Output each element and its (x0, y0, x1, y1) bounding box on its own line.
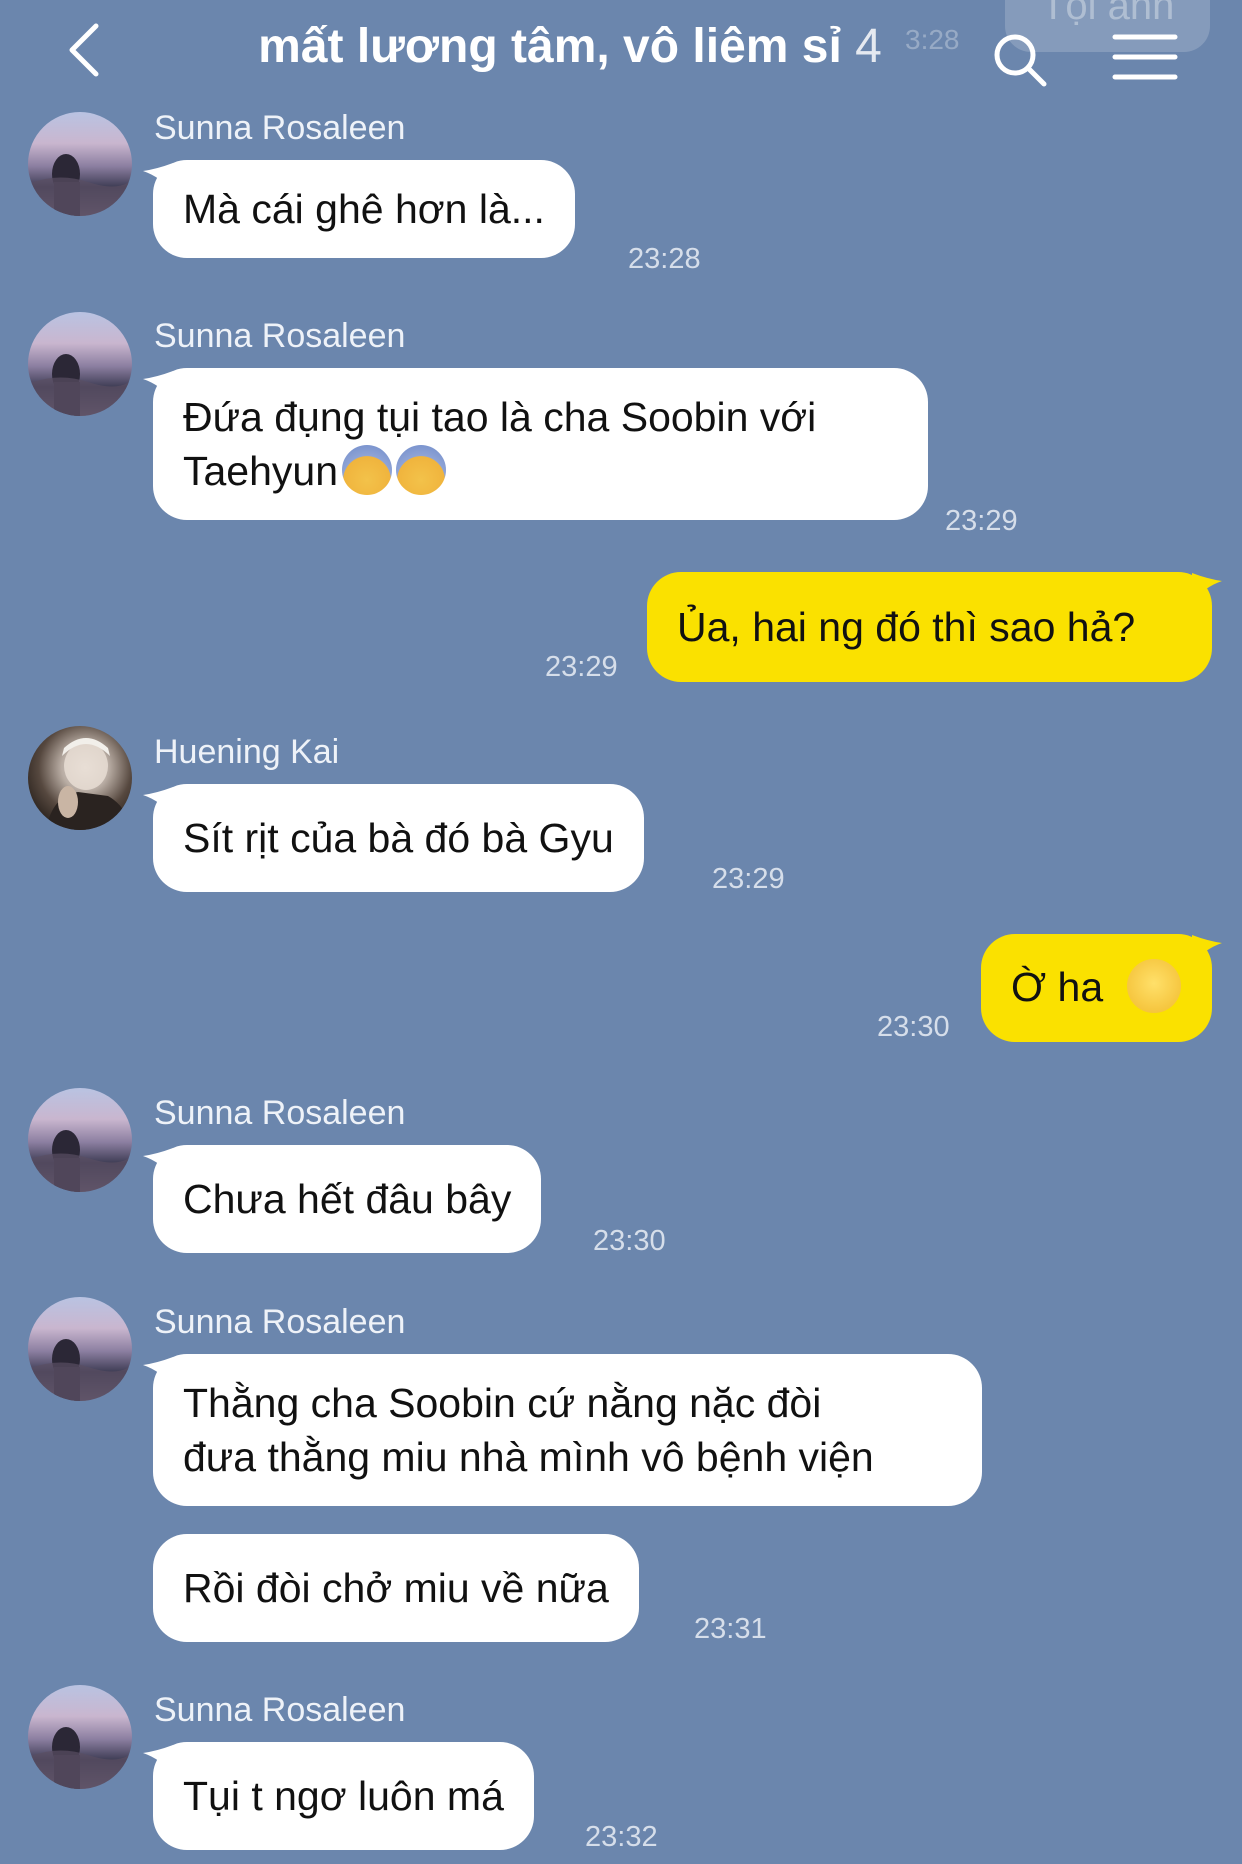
avatar-sunna-rosaleen[interactable] (28, 312, 132, 416)
anxious-face-emoji-icon (396, 445, 447, 495)
message-bubble[interactable]: Thằng cha Soobin cứ nằng nặc đòi đưa thằ… (153, 1354, 982, 1506)
message-time: 23:31 (694, 1613, 767, 1645)
bubble-tail (1192, 935, 1222, 965)
member-count: 4 (855, 20, 882, 73)
message-time: 23:30 (593, 1225, 666, 1257)
bubble-tail (1192, 573, 1222, 603)
sender-name: Sunna Rosaleen (154, 1303, 406, 1341)
chevron-left-icon (69, 23, 99, 77)
chat-header: Tội anh 3:28 mất lương tâm, vô liêm sỉ 4 (0, 0, 1242, 100)
back-button[interactable] (62, 18, 112, 82)
message-time: 23:29 (712, 863, 785, 895)
search-button[interactable] (990, 30, 1050, 90)
avatar-sunna-rosaleen[interactable] (28, 1685, 132, 1789)
message-bubble[interactable]: Tụi t ngơ luôn má (153, 1742, 534, 1850)
avatar-sunna-rosaleen[interactable] (28, 1088, 132, 1192)
avatar-huening-kai[interactable] (28, 726, 132, 830)
avatar-photo (28, 1727, 132, 1789)
message-bubble[interactable]: Mà cái ghê hơn là... (153, 160, 575, 258)
chat-title[interactable]: mất lương tâm, vô liêm sỉ 4 (200, 14, 940, 80)
message-bubble-outgoing[interactable]: Ờ ha (981, 934, 1212, 1042)
message-time: 23:29 (545, 651, 618, 683)
message-time: 23:30 (877, 1011, 950, 1043)
avatar-photo (28, 1339, 132, 1401)
message-bubble[interactable]: Sít rịt của bà đó bà Gyu (153, 784, 644, 892)
message-bubble[interactable]: Đứa đụng tụi tao là cha Soobin với Taehy… (153, 368, 928, 520)
avatar-sunna-rosaleen[interactable] (28, 1297, 132, 1401)
message-text: Taehyun (183, 448, 339, 494)
sender-name: Sunna Rosaleen (154, 109, 406, 147)
avatar-photo (46, 738, 132, 830)
message-line: Taehyun (183, 444, 898, 498)
message-bubble[interactable]: Rồi đòi chở miu về nữa (153, 1534, 639, 1642)
menu-button[interactable] (1112, 32, 1178, 82)
sender-name: Sunna Rosaleen (154, 317, 406, 355)
message-bubble[interactable]: Chưa hết đâu bây (153, 1145, 542, 1253)
message-line: Đứa đụng tụi tao là cha Soobin với (183, 394, 817, 440)
avatar-sunna-rosaleen[interactable] (28, 112, 132, 216)
hamburger-menu-icon (1112, 34, 1178, 80)
message-time: 23:29 (945, 505, 1018, 537)
slightly-smiling-face-emoji-icon (1126, 959, 1181, 1013)
avatar-photo (28, 154, 132, 216)
sender-name: Huening Kai (154, 733, 340, 771)
avatar-photo (28, 1130, 132, 1192)
sender-name: Sunna Rosaleen (154, 1691, 406, 1729)
search-icon (994, 34, 1047, 87)
message-time: 23:28 (628, 243, 701, 275)
message-line: đưa thằng miu nhà mình vô bệnh viện (183, 1434, 874, 1480)
sender-name: Sunna Rosaleen (154, 1094, 406, 1132)
anxious-face-emoji-icon (342, 445, 393, 495)
message-bubble-outgoing[interactable]: Ủa, hai ng đó thì sao hả? (647, 572, 1212, 682)
message-line: Thằng cha Soobin cứ nằng nặc đòi (183, 1380, 822, 1426)
chat-title-text: mất lương tâm, vô liêm sỉ (258, 20, 842, 73)
message-text: Ờ ha (1011, 964, 1104, 1010)
avatar-photo (28, 354, 132, 416)
message-time: 23:32 (585, 1821, 658, 1853)
